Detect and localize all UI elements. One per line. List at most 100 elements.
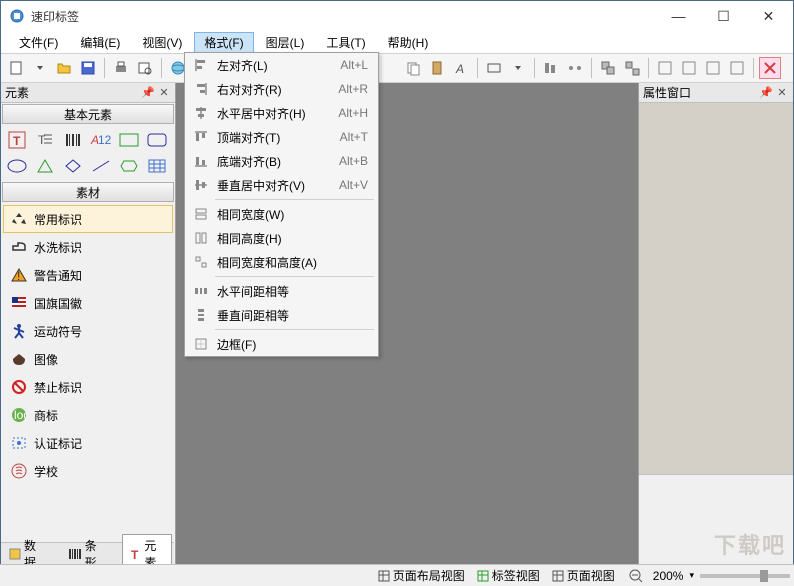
print-preview-button[interactable]	[134, 57, 156, 79]
material-warning[interactable]: !警告通知	[3, 261, 173, 289]
text-tool[interactable]: T	[5, 129, 29, 151]
save-button[interactable]	[77, 57, 99, 79]
new-button[interactable]	[5, 57, 27, 79]
material-forbid[interactable]: 禁止标识	[3, 373, 173, 401]
same-height-icon	[189, 231, 213, 245]
table-shape[interactable]	[145, 155, 169, 177]
menu-border[interactable]: 边框(F)	[185, 332, 378, 356]
properties-body	[639, 103, 793, 474]
layer1-tool[interactable]	[654, 57, 676, 79]
materials-header[interactable]: 素材	[2, 182, 174, 202]
layer3-tool[interactable]	[702, 57, 724, 79]
barcode-tool[interactable]	[61, 129, 85, 151]
ungroup-tool[interactable]	[621, 57, 643, 79]
menu-align-right[interactable]: 右对对齐(R)Alt+R	[185, 77, 378, 101]
copy-button[interactable]	[402, 57, 424, 79]
ellipse-shape[interactable]	[5, 155, 29, 177]
material-recycle[interactable]: 常用标识	[3, 205, 173, 233]
close-button[interactable]: ✕	[746, 2, 791, 30]
layer4-tool[interactable]	[726, 57, 748, 79]
material-flag[interactable]: 国旗国徽	[3, 289, 173, 317]
status-label: 页面布局视图	[393, 567, 465, 584]
textbox-tool[interactable]: T	[33, 129, 57, 151]
left-panel-tabs: 数据...条形...T元素	[1, 542, 174, 564]
zoom-dropdown[interactable]: ▾	[689, 570, 694, 581]
align-hcenter-icon	[189, 106, 213, 120]
triangle-shape[interactable]	[33, 155, 57, 177]
trademark-icon: log	[10, 406, 28, 424]
status-view-1[interactable]: 标签视图	[473, 567, 544, 584]
menu-same-width[interactable]: 相同宽度(W)	[185, 202, 378, 226]
status-view-0[interactable]: 页面布局视图	[374, 567, 469, 584]
menu-align-vcenter[interactable]: 垂直居中对齐(V)Alt+V	[185, 173, 378, 197]
menu-item-2[interactable]: 视图(V)	[132, 32, 192, 53]
pin-icon[interactable]: 📌	[141, 86, 155, 100]
panel-close-icon[interactable]: ✕	[157, 86, 171, 100]
pin-icon[interactable]: 📌	[759, 86, 773, 100]
app-title: 速印标签	[31, 8, 656, 25]
menu-same-size[interactable]: 相同宽度和高度(A)	[185, 250, 378, 274]
school-icon	[10, 462, 28, 480]
align-tool[interactable]	[540, 57, 562, 79]
menu-vspace[interactable]: 垂直间距相等	[185, 303, 378, 327]
diamond-shape[interactable]	[61, 155, 85, 177]
material-label: 常用标识	[34, 211, 82, 228]
material-image[interactable]: 图像	[3, 345, 173, 373]
zoom-label: 200%	[653, 569, 684, 583]
menu-item-5[interactable]: 工具(T)	[316, 32, 375, 53]
data-icon	[9, 548, 21, 560]
menu-accel: Alt+H	[338, 106, 374, 120]
menu-accel: Alt+R	[338, 82, 374, 96]
menu-label: 左对齐(L)	[213, 57, 340, 74]
menu-item-4[interactable]: 图层(L)	[256, 32, 315, 53]
delete-tool[interactable]	[759, 57, 781, 79]
menu-hspace[interactable]: 水平间距相等	[185, 279, 378, 303]
status-view-2[interactable]: 页面视图	[548, 567, 619, 584]
menu-same-height[interactable]: 相同高度(H)	[185, 226, 378, 250]
menu-label: 相同高度(H)	[213, 230, 368, 247]
menu-align-bottom[interactable]: 底端对齐(B)Alt+B	[185, 149, 378, 173]
menu-align-top[interactable]: 顶端对齐(T)Alt+T	[185, 125, 378, 149]
menu-item-1[interactable]: 编辑(E)	[70, 32, 130, 53]
rect-dropdown[interactable]	[507, 57, 529, 79]
layer2-tool[interactable]	[678, 57, 700, 79]
distribute-tool[interactable]	[564, 57, 586, 79]
basic-elements-header[interactable]: 基本元素	[2, 104, 174, 124]
zoom-out-button[interactable]	[625, 569, 647, 583]
hexagon-shape[interactable]	[117, 155, 141, 177]
material-cert[interactable]: 认证标记	[3, 429, 173, 457]
menu-item-0[interactable]: 文件(F)	[9, 32, 68, 53]
menu-item-3[interactable]: 格式(F)	[194, 32, 253, 53]
paste-button[interactable]	[426, 57, 448, 79]
rect-shape[interactable]	[117, 129, 141, 151]
material-trademark[interactable]: log商标	[3, 401, 173, 429]
line-shape[interactable]	[89, 155, 113, 177]
text-icon: T	[129, 548, 141, 560]
border-icon	[189, 337, 213, 351]
panel-close-icon[interactable]: ✕	[775, 86, 789, 100]
menu-bar: 文件(F)编辑(E)视图(V)格式(F)图层(L)工具(T)帮助(H)	[1, 31, 793, 53]
print-button[interactable]	[110, 57, 132, 79]
menu-label: 水平间距相等	[213, 283, 368, 300]
roundrect-shape[interactable]	[145, 129, 169, 151]
rect-tool[interactable]	[483, 57, 505, 79]
material-label: 运动符号	[34, 323, 82, 340]
group-tool[interactable]	[597, 57, 619, 79]
material-iron[interactable]: 水洗标识	[3, 233, 173, 261]
menu-item-6[interactable]: 帮助(H)	[378, 32, 439, 53]
menu-align-left[interactable]: 左对齐(L)Alt+L	[185, 53, 378, 77]
menu-label: 底端对齐(B)	[213, 153, 339, 170]
materials-list: 常用标识水洗标识!警告通知国旗国徽运动符号图像禁止标识log商标认证标记学校	[1, 203, 175, 487]
new-dropdown[interactable]	[29, 57, 51, 79]
font-button[interactable]: A	[450, 57, 472, 79]
menu-align-hcenter[interactable]: 水平居中对齐(H)Alt+H	[185, 101, 378, 125]
status-label: 页面视图	[567, 567, 615, 584]
watermark: 下载吧	[714, 528, 786, 560]
zoom-slider[interactable]	[700, 574, 790, 578]
material-school[interactable]: 学校	[3, 457, 173, 485]
open-button[interactable]	[53, 57, 75, 79]
counter-tool[interactable]: A123	[89, 129, 113, 151]
material-sport[interactable]: 运动符号	[3, 317, 173, 345]
minimize-button[interactable]: —	[656, 2, 701, 30]
maximize-button[interactable]: ☐	[701, 2, 746, 30]
